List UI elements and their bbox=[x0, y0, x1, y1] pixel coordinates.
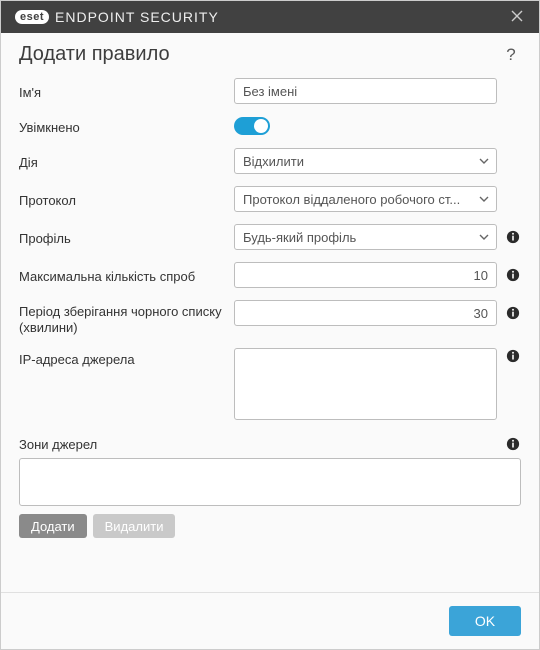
brand-badge: eset bbox=[15, 10, 49, 24]
profile-label: Профіль bbox=[19, 227, 234, 247]
blacklist-period-label: Період зберігання чорного списку (хвилин… bbox=[19, 300, 234, 336]
ok-button[interactable]: OK bbox=[449, 606, 521, 636]
blacklist-period-input[interactable] bbox=[234, 300, 497, 326]
titlebar: eset ENDPOINT SECURITY bbox=[1, 1, 539, 33]
enabled-label: Увімкнено bbox=[19, 116, 234, 136]
dialog-window: eset ENDPOINT SECURITY Додати правило ? … bbox=[0, 0, 540, 650]
action-select-value: Відхилити bbox=[243, 154, 304, 169]
blacklist-period-info-button[interactable] bbox=[505, 305, 521, 321]
brand: eset ENDPOINT SECURITY bbox=[15, 9, 219, 25]
zones-listbox[interactable] bbox=[19, 458, 521, 506]
enabled-toggle[interactable] bbox=[234, 117, 270, 135]
source-ip-textarea[interactable] bbox=[234, 348, 497, 420]
profile-info-button[interactable] bbox=[505, 229, 521, 245]
help-icon: ? bbox=[506, 45, 515, 65]
protocol-label: Протокол bbox=[19, 189, 234, 209]
action-label: Дія bbox=[19, 151, 234, 171]
page-title: Додати правило bbox=[19, 43, 501, 66]
footer: OK bbox=[1, 592, 539, 649]
zones-delete-button: Видалити bbox=[93, 514, 176, 538]
profile-select-value: Будь-який профіль bbox=[243, 230, 356, 245]
chevron-down-icon bbox=[478, 231, 490, 243]
zones-label: Зони джерел bbox=[19, 437, 497, 452]
chevron-down-icon bbox=[478, 155, 490, 167]
profile-select[interactable]: Будь-який профіль bbox=[234, 224, 497, 250]
source-ip-label: IP-адреса джерела bbox=[19, 348, 234, 368]
close-icon bbox=[511, 10, 523, 25]
max-attempts-info-button[interactable] bbox=[505, 267, 521, 283]
zones-info-button[interactable] bbox=[505, 436, 521, 452]
max-attempts-label: Максимальна кількість спроб bbox=[19, 265, 234, 285]
protocol-select[interactable]: Протокол віддаленого робочого ст... bbox=[234, 186, 497, 212]
max-attempts-input[interactable] bbox=[234, 262, 497, 288]
content-area: Додати правило ? Ім'я Увімкнено Дія bbox=[1, 33, 539, 592]
name-label: Ім'я bbox=[19, 81, 234, 101]
action-select[interactable]: Відхилити bbox=[234, 148, 497, 174]
source-ip-info-button[interactable] bbox=[505, 348, 521, 364]
product-name: ENDPOINT SECURITY bbox=[55, 9, 219, 25]
name-input[interactable] bbox=[234, 78, 497, 104]
zones-add-button[interactable]: Додати bbox=[19, 514, 87, 538]
chevron-down-icon bbox=[478, 193, 490, 205]
protocol-select-value: Протокол віддаленого робочого ст... bbox=[243, 192, 460, 207]
toggle-knob bbox=[254, 119, 268, 133]
close-button[interactable] bbox=[505, 5, 529, 29]
help-button[interactable]: ? bbox=[501, 45, 521, 65]
